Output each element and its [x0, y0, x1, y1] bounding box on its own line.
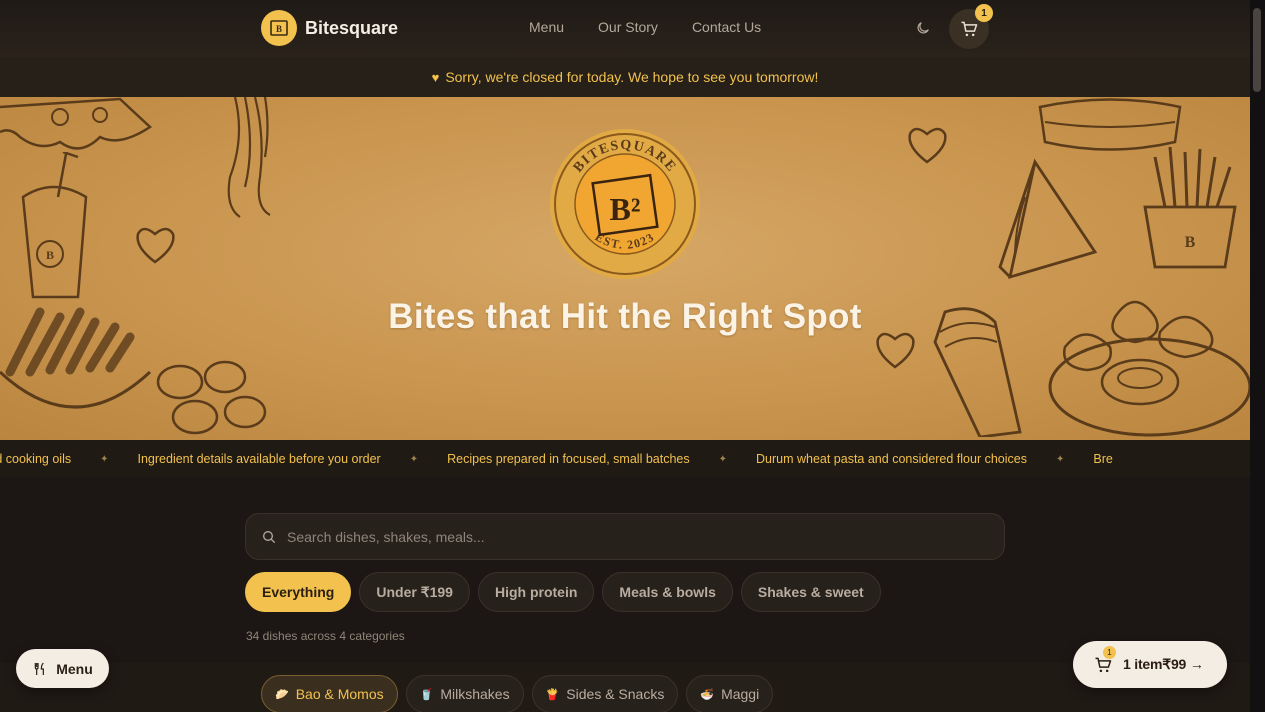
filter-chip-under-199[interactable]: Under ₹199: [359, 572, 470, 612]
cart-button[interactable]: 1: [949, 4, 993, 49]
nav-link-menu[interactable]: Menu: [529, 19, 564, 35]
heart-doodle-right: [908, 127, 947, 164]
heart-icon: ♥: [431, 69, 440, 85]
sandwich-triangle-doodle: [998, 158, 1098, 280]
heart-doodle: [136, 227, 175, 264]
category-tab-label: Milkshakes: [440, 686, 510, 702]
milkshake-icon: 🥤: [419, 688, 434, 701]
drink-cup-doodle: B: [21, 152, 88, 299]
sparkle-icon: ✦: [409, 453, 419, 465]
floating-cart-button[interactable]: 1 1 item₹99 →: [1073, 641, 1227, 688]
cart-icon: [961, 21, 978, 37]
floating-cart-summary: 1 item₹99 →: [1123, 656, 1204, 672]
scrollbar-thumb[interactable]: [1253, 8, 1261, 92]
ticker-item: elected cooking oils: [0, 452, 72, 466]
sparkle-icon: ✦: [718, 453, 727, 465]
svg-text:B²: B²: [610, 191, 641, 227]
filter-chip-everything[interactable]: Everything: [245, 572, 352, 612]
search-input[interactable]: [287, 528, 1004, 545]
svg-text:B: B: [1185, 234, 1196, 251]
filter-chip-meals-bowls[interactable]: Meals & bowls: [602, 572, 733, 612]
nav-links: Menu Our Story Contact Us: [529, 19, 761, 35]
category-tab-maggi[interactable]: 🍜 Maggi: [686, 675, 774, 712]
svg-text:B: B: [46, 248, 54, 262]
closed-banner-text: Sorry, we're closed for today. We hope t…: [445, 69, 819, 85]
filter-chip-shakes-sweet[interactable]: Shakes & sweet: [740, 572, 881, 612]
sparkle-icon: ✦: [100, 453, 109, 465]
noodle-bowl-icon: 🍜: [700, 688, 715, 701]
bao-icon: 🥟: [275, 688, 289, 701]
search-icon: [263, 530, 275, 543]
top-nav: B Bitesquare Menu Our Story Contact Us 1: [0, 0, 1250, 57]
theme-toggle-button[interactable]: [912, 17, 934, 39]
cart-count-badge: 1: [975, 4, 993, 22]
category-tab-label: Bao & Momos: [295, 686, 384, 702]
search-bar[interactable]: [245, 513, 1005, 560]
sparkle-icon: ✦: [1055, 453, 1065, 465]
ticker-item: Recipes prepared in focused, small batch…: [447, 452, 690, 466]
category-tab-label: Sides & Snacks: [566, 686, 665, 702]
ticker-track: elected cooking oils ✦ Ingredient detail…: [0, 452, 1113, 466]
cart-icon: 1: [1093, 645, 1116, 675]
brand[interactable]: B Bitesquare: [261, 10, 398, 46]
fries-icon: 🍟: [545, 688, 560, 701]
bitesquare-seal-logo: BITESQUARE EST. 2023 B²: [550, 129, 700, 279]
fries-box-doodle: B: [1143, 147, 1237, 269]
dish-count-text: 34 dishes across 4 categories: [246, 629, 405, 643]
page-scrollbar[interactable]: [1250, 0, 1265, 712]
ticker-item: Bre: [1093, 452, 1113, 466]
category-tab-label: Maggi: [721, 686, 760, 702]
brand-logo-icon: B: [261, 10, 297, 46]
nav-link-our-story[interactable]: Our Story: [598, 19, 658, 35]
moon-icon: [917, 22, 929, 34]
floating-menu-label: Menu: [56, 660, 93, 677]
nuggets-doodle: [156, 360, 267, 435]
hero-title: Bites that Hit the Right Spot: [388, 297, 862, 336]
category-tab-bao-momos[interactable]: 🥟 Bao & Momos: [261, 675, 398, 712]
ticker-item: Ingredient details available before you …: [137, 452, 381, 466]
brand-name: Bitesquare: [305, 17, 399, 38]
filter-chips: Everything Under ₹199 High protein Meals…: [245, 572, 881, 612]
ticker-item: Durum wheat pasta and considered flour c…: [756, 452, 1027, 466]
floating-menu-button[interactable]: Menu: [16, 649, 109, 688]
category-tab-sides-snacks[interactable]: 🍟 Sides & Snacks: [531, 675, 679, 712]
filter-chip-high-protein[interactable]: High protein: [477, 572, 595, 612]
nav-link-contact-us[interactable]: Contact Us: [692, 19, 761, 35]
category-tabs: 🥟 Bao & Momos 🥤 Milkshakes 🍟 Sides & Sna…: [261, 675, 774, 712]
floating-cart-badge: 1: [1103, 645, 1116, 659]
category-tab-milkshakes[interactable]: 🥤 Milkshakes: [405, 675, 524, 712]
closed-banner: ♥ Sorry, we're closed for today. We hope…: [0, 57, 1250, 97]
spaghetti-doodle: [227, 97, 271, 218]
feature-ticker: elected cooking oils ✦ Ingredient detail…: [0, 440, 1250, 477]
svg-text:B: B: [276, 24, 282, 34]
hero-section: B B BITESQUARE EST. 2023 B² Bites that H…: [0, 97, 1250, 440]
fork-knife-icon: [34, 662, 45, 675]
